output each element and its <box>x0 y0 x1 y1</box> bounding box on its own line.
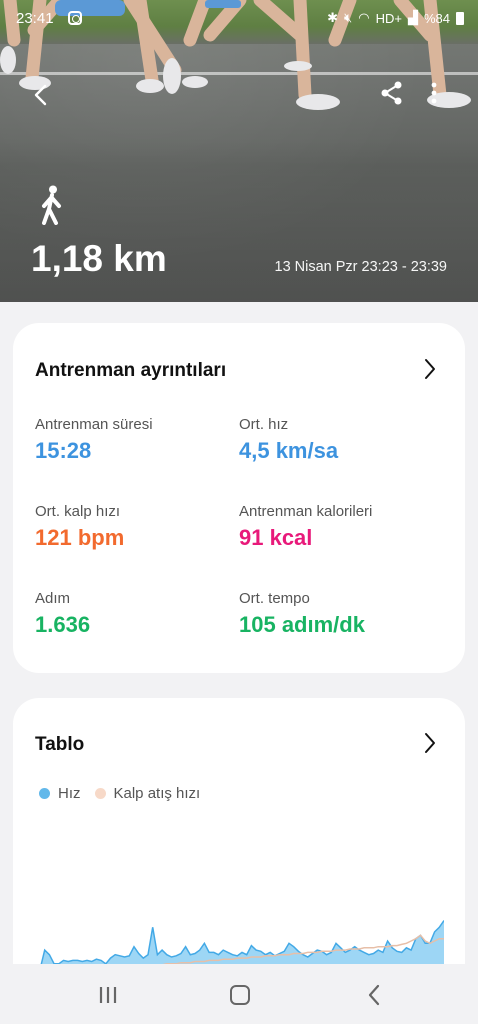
status-bar: 23:41 ✱ 🔇︎ ◠ HD+ ▟ %84 <box>0 8 478 32</box>
metric-calories: Antrenman kalorileri 91 kcal <box>239 503 372 551</box>
chevron-right-icon[interactable] <box>423 357 437 381</box>
workout-details-card[interactable]: Antrenman ayrıntıları Antrenman süresi 1… <box>13 323 465 673</box>
metric-label: Antrenman süresi <box>35 416 153 433</box>
hd-label: HD+ <box>375 10 402 26</box>
signal-icon: ▟ <box>407 10 418 25</box>
battery-percentage: %84 <box>423 10 450 26</box>
metric-label: Ort. tempo <box>239 590 310 607</box>
metric-value: 4,5 km/sa <box>239 438 339 463</box>
walk-icon <box>42 185 61 225</box>
status-right: ✱ 🔇︎ ◠ HD+ ▟ %84 <box>327 10 464 26</box>
wifi-icon: ◠ <box>358 10 370 25</box>
legend-label: Kalp atış hızı <box>113 785 201 802</box>
legend-dot <box>39 788 50 799</box>
status-time: 23:41 <box>16 10 54 27</box>
instagram-icon <box>68 11 82 25</box>
metric-value: 91 kcal <box>239 525 313 550</box>
legend-dot <box>94 788 106 799</box>
metric-label: Ort. kalp hızı <box>35 503 121 520</box>
metric-label: Ort. hız <box>239 416 289 433</box>
legend-label: Hız <box>58 785 81 802</box>
chart-legend: Hız Kalp atış hızı <box>39 785 214 802</box>
metric-label: Adım <box>35 590 71 607</box>
more-vertical-icon[interactable] <box>428 80 440 106</box>
chevron-right-icon[interactable] <box>423 731 437 755</box>
metric-label: Antrenman kalorileri <box>239 503 373 520</box>
share-icon[interactable] <box>380 80 404 106</box>
battery-icon <box>456 11 464 25</box>
bluetooth-icon: ✱ <box>327 10 339 25</box>
metric-value: 1.636 <box>35 612 91 637</box>
metric-avg-heart-rate: Ort. kalp hızı 121 bpm <box>35 503 124 551</box>
workout-datetime: 13 Nisan Pzr 23:23 - 23:39 <box>274 259 448 275</box>
workout-cover-photo: 23:41 ✱ 🔇︎ ◠ HD+ ▟ %84 1,18 km 13 Nisan … <box>0 0 478 302</box>
metric-value: 105 adım/dk <box>239 612 365 637</box>
recent-apps-icon[interactable] <box>98 985 118 1005</box>
home-icon[interactable] <box>230 985 250 1005</box>
metric-value: 121 bpm <box>35 525 125 550</box>
metric-value: 15:28 <box>35 438 92 463</box>
workout-distance: 1,18 km <box>31 238 167 279</box>
metric-avg-speed: Ort. hız 4,5 km/sa <box>239 416 338 464</box>
metric-duration: Antrenman süresi 15:28 <box>35 416 153 464</box>
workout-details-title: Antrenman ayrıntıları <box>35 360 227 381</box>
chart-card[interactable]: Tablo Hız Kalp atış hızı <box>13 698 465 998</box>
legend-item-heart-rate: Kalp atış hızı <box>94 785 201 802</box>
metric-avg-cadence: Ort. tempo 105 adım/dk <box>239 590 365 638</box>
back-arrow-icon[interactable] <box>30 82 52 108</box>
metric-steps: Adım 1.636 <box>35 590 90 638</box>
mute-icon: 🔇︎ <box>344 10 353 25</box>
chart-card-title: Tablo <box>35 734 85 755</box>
nav-back-icon[interactable] <box>367 983 381 1007</box>
legend-item-speed: Hız <box>39 785 81 802</box>
system-nav-bar <box>0 964 478 1024</box>
